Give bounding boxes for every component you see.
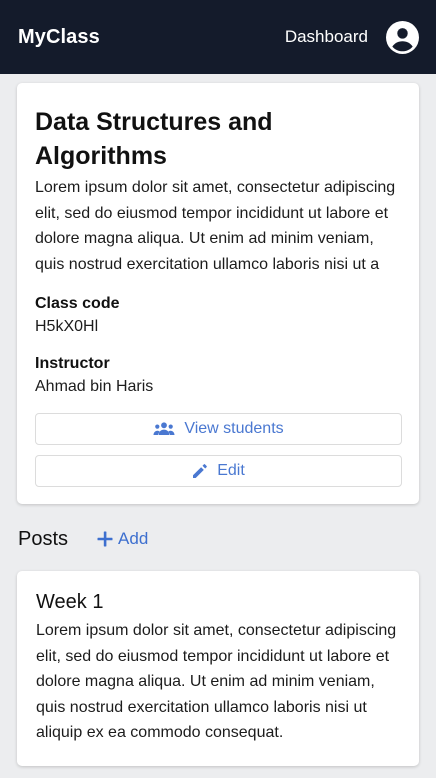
class-description: Lorem ipsum dolor sit amet, consectetur … bbox=[35, 179, 396, 273]
class-code-value: H5kX0Hl bbox=[35, 318, 99, 335]
instructor-label: Instructor bbox=[35, 355, 110, 372]
class-title: Data Structures and Algorithms bbox=[35, 108, 273, 170]
edit-label: Edit bbox=[217, 462, 245, 479]
view-students-label: View students bbox=[184, 420, 284, 437]
people-icon bbox=[153, 422, 175, 435]
dashboard-link[interactable]: Dashboard bbox=[285, 27, 368, 47]
class-info-card: Data Structures and Algorithms Lorem ips… bbox=[17, 83, 419, 504]
nav-right: Dashboard bbox=[285, 20, 419, 54]
post-body: Lorem ipsum dolor sit amet, consectetur … bbox=[36, 622, 397, 741]
posts-header: Posts Add bbox=[0, 526, 436, 552]
add-post-button[interactable]: Add bbox=[97, 529, 148, 549]
posts-heading: Posts bbox=[18, 527, 69, 550]
post-title: Week 1 bbox=[36, 591, 104, 613]
main-content: Data Structures and Algorithms Lorem ips… bbox=[0, 74, 436, 778]
view-students-button[interactable]: View students bbox=[35, 413, 402, 445]
top-navbar: MyClass Dashboard bbox=[0, 0, 436, 74]
brand-logo[interactable]: MyClass bbox=[18, 26, 100, 49]
pencil-icon bbox=[193, 464, 208, 478]
post-card[interactable]: Week 1 Lorem ipsum dolor sit amet, conse… bbox=[17, 571, 419, 766]
plus-icon bbox=[97, 531, 113, 547]
edit-button[interactable]: Edit bbox=[35, 455, 402, 487]
add-post-label: Add bbox=[118, 529, 149, 548]
instructor-value: Ahmad bin Haris bbox=[35, 378, 154, 395]
account-circle-icon[interactable] bbox=[386, 20, 419, 54]
class-code-label: Class code bbox=[35, 295, 120, 312]
